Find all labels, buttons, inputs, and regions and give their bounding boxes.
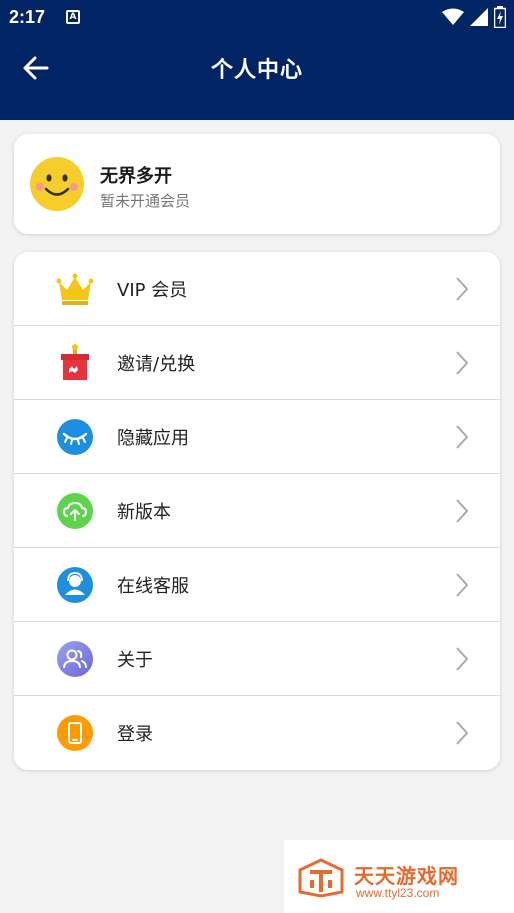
chevron-right-icon	[456, 647, 469, 671]
page-title: 个人中心	[210, 58, 303, 83]
notification-icon: A	[66, 10, 80, 24]
menu-item-hide-apps[interactable]: 隐藏应用	[14, 400, 500, 474]
profile-name: 无界多开	[100, 166, 172, 187]
watermark: 天天游戏网 www.ttyl23.com	[284, 840, 514, 913]
menu-item-new-version[interactable]: 新版本	[14, 474, 500, 548]
menu-label: 隐藏应用	[117, 428, 189, 449]
menu-label: 关于	[117, 650, 153, 671]
closed-eye-icon	[57, 419, 93, 455]
wifi-icon	[442, 8, 464, 25]
status-bar: 2:17 A	[0, 0, 514, 36]
membership-status: 暂未开通会员	[100, 192, 191, 210]
menu-label: VIP 会员	[117, 280, 188, 301]
menu-label: 在线客服	[117, 576, 189, 597]
menu-item-invite-redeem[interactable]: 邀请/兑换	[14, 326, 500, 400]
crown-icon	[56, 273, 94, 305]
menu-label: 登录	[117, 724, 153, 745]
watermark-url: www.ttyl23.com	[356, 886, 440, 900]
battery-icon	[494, 6, 506, 28]
phone-icon	[57, 715, 93, 751]
profile-card[interactable]: 无界多开 暂未开通会员	[14, 134, 500, 234]
watermark-title: 天天游戏网	[354, 864, 459, 888]
status-time: 2:17	[9, 7, 46, 27]
app-bar: 个人中心	[0, 36, 514, 120]
menu-item-login[interactable]: 登录	[14, 696, 500, 770]
smiley-avatar-icon	[30, 157, 84, 211]
chevron-right-icon	[456, 277, 469, 301]
menu-list: VIP 会员 邀请/兑换 隐藏应用 新版本 在线客服 关于 登录	[14, 252, 500, 770]
chevron-right-icon	[456, 499, 469, 523]
users-icon	[57, 641, 93, 677]
menu-item-about[interactable]: 关于	[14, 622, 500, 696]
chevron-right-icon	[456, 721, 469, 745]
status-icons	[442, 6, 506, 28]
chevron-right-icon	[456, 425, 469, 449]
menu-label: 新版本	[117, 502, 171, 523]
gift-icon	[61, 344, 89, 380]
menu-label: 邀请/兑换	[117, 354, 196, 375]
menu-item-vip[interactable]: VIP 会员	[14, 252, 500, 326]
watermark-logo-icon	[298, 858, 344, 898]
chevron-right-icon	[456, 573, 469, 597]
customer-service-icon	[57, 567, 93, 603]
cloud-upload-icon	[57, 493, 93, 529]
chevron-right-icon	[456, 351, 469, 375]
signal-icon	[470, 8, 488, 26]
menu-item-customer-service[interactable]: 在线客服	[14, 548, 500, 622]
